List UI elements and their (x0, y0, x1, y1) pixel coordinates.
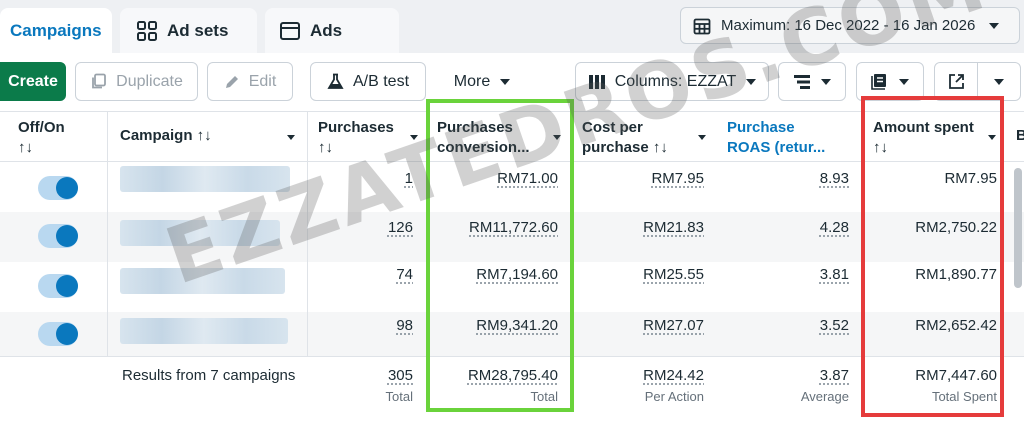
cost-per-purchase-value[interactable]: RM25.55 (643, 266, 704, 283)
create-button[interactable]: Create (0, 62, 66, 101)
chevron-down-icon (989, 22, 1000, 29)
tab-ads[interactable]: Ads (265, 8, 399, 53)
sort-icon: ↑↓ (318, 139, 333, 156)
breakdown-icon (793, 74, 811, 90)
column-header-cost-per-purchase[interactable]: Cost per purchase ↑↓ (582, 118, 668, 158)
chevron-down-icon (821, 78, 831, 85)
roas-value[interactable]: 4.28 (820, 219, 849, 236)
more-button[interactable]: More (434, 62, 530, 101)
cost-per-purchase-value[interactable]: RM27.07 (643, 317, 704, 334)
toggle-knob (56, 177, 78, 199)
campaign-name-redacted (120, 318, 288, 344)
columns-icon (588, 74, 606, 90)
roas-value[interactable]: 3.52 (820, 317, 849, 334)
column-header-campaign[interactable]: Campaign ↑↓ (120, 126, 212, 146)
tab-campaigns-label: Campaigns (10, 20, 102, 40)
chevron-down-icon[interactable] (410, 135, 418, 140)
total-roas-caption: Average (800, 389, 849, 404)
column-header-purchase-roas-line2: ROAS (retur... (727, 139, 826, 156)
duplicate-icon (90, 73, 107, 90)
campaign-toggle[interactable] (38, 176, 78, 200)
duplicate-button[interactable]: Duplicate (75, 62, 198, 101)
roas-value[interactable]: 3.81 (820, 266, 849, 283)
tab-ad-sets[interactable]: Ad sets (120, 8, 257, 53)
column-header-purchases-label: Purchases (318, 119, 394, 136)
column-header-purchase-roas[interactable]: Purchase ROAS (retur... (727, 118, 825, 158)
column-divider (107, 112, 108, 163)
tab-ads-label: Ads (310, 20, 343, 40)
column-header-next[interactable]: B (1016, 126, 1024, 146)
column-header-cost-per-purchase-line2: purchase ↑↓ (582, 139, 668, 156)
breakdown-button[interactable] (778, 62, 846, 101)
chevron-down-icon (899, 78, 909, 85)
campaign-toggle[interactable] (38, 274, 78, 298)
export-icon (948, 73, 965, 90)
purchases-value[interactable]: 126 (388, 219, 413, 236)
column-header-purchase-roas-line1: Purchase (727, 119, 795, 136)
campaign-name-redacted (120, 268, 285, 294)
total-purchases-caption: Total (385, 389, 413, 404)
column-header-purchases[interactable]: Purchases ↑↓ (318, 118, 394, 158)
total-cost-per-purchase-caption: Per Action (644, 389, 704, 404)
cost-per-purchase-value[interactable]: RM7.95 (651, 170, 704, 187)
cost-per-purchase-value[interactable]: RM21.83 (643, 219, 704, 236)
columns-label: Columns: EZZAT (614, 72, 737, 90)
column-header-campaign-label: Campaign ↑↓ (120, 127, 212, 144)
column-header-off-on-label: Off/On (18, 119, 65, 136)
chevron-down-icon (746, 78, 757, 85)
reports-icon (871, 73, 889, 90)
ab-test-button[interactable]: A/B test (310, 62, 426, 101)
chevron-down-icon (500, 78, 511, 85)
purchases-value[interactable]: 98 (396, 317, 413, 334)
purchases-value[interactable]: 1 (405, 170, 413, 187)
toggle-knob (56, 323, 78, 345)
ad-icon (279, 20, 301, 42)
pencil-icon (224, 74, 240, 90)
tab-campaigns[interactable]: Campaigns (0, 8, 112, 53)
toggle-knob (56, 275, 78, 297)
campaign-toggle[interactable] (38, 224, 78, 248)
column-header-cost-per-purchase-line1: Cost per (582, 119, 643, 136)
sort-icon: ↑↓ (18, 139, 33, 156)
edit-button[interactable]: Edit (207, 62, 293, 101)
ab-test-label: A/B test (352, 72, 410, 90)
chevron-down-icon (994, 78, 1004, 85)
campaign-toggle[interactable] (38, 322, 78, 346)
highlight-box-amount-spent (861, 96, 1004, 417)
flask-icon (327, 73, 344, 90)
total-purchases[interactable]: 305 (388, 367, 413, 384)
campaign-name-redacted (120, 220, 280, 246)
chevron-down-icon[interactable] (698, 135, 706, 140)
purchases-value[interactable]: 74 (396, 266, 413, 283)
columns-button[interactable]: Columns: EZZAT (575, 62, 769, 101)
duplicate-label: Duplicate (116, 72, 183, 90)
tab-ad-sets-label: Ad sets (167, 20, 229, 40)
highlight-box-conversion-value (426, 99, 574, 412)
toggle-knob (56, 225, 78, 247)
column-header-off-on[interactable]: Off/On ↑↓ (18, 118, 65, 158)
column-divider (107, 162, 108, 356)
campaign-name-redacted (120, 166, 290, 192)
vertical-scrollbar[interactable] (1014, 168, 1022, 288)
column-header-next-label: B (1016, 127, 1024, 144)
top-tab-bar: Campaigns Ad sets Ads Maximum: 16 Dec 20… (0, 0, 1024, 53)
total-roas[interactable]: 3.87 (820, 367, 849, 384)
edit-label: Edit (248, 72, 277, 90)
more-label: More (453, 72, 491, 90)
roas-value[interactable]: 8.93 (820, 170, 849, 187)
date-range-label: Maximum: 16 Dec 2022 - 16 Jan 2026 (721, 17, 976, 34)
calendar-icon (693, 17, 711, 35)
totals-label: Results from 7 campaigns (122, 367, 296, 384)
date-range-picker[interactable]: Maximum: 16 Dec 2022 - 16 Jan 2026 (680, 7, 1020, 44)
total-cost-per-purchase[interactable]: RM24.42 (643, 367, 704, 384)
grid-icon (136, 20, 158, 42)
chevron-down-icon[interactable] (287, 135, 295, 140)
create-label: Create (8, 72, 58, 90)
